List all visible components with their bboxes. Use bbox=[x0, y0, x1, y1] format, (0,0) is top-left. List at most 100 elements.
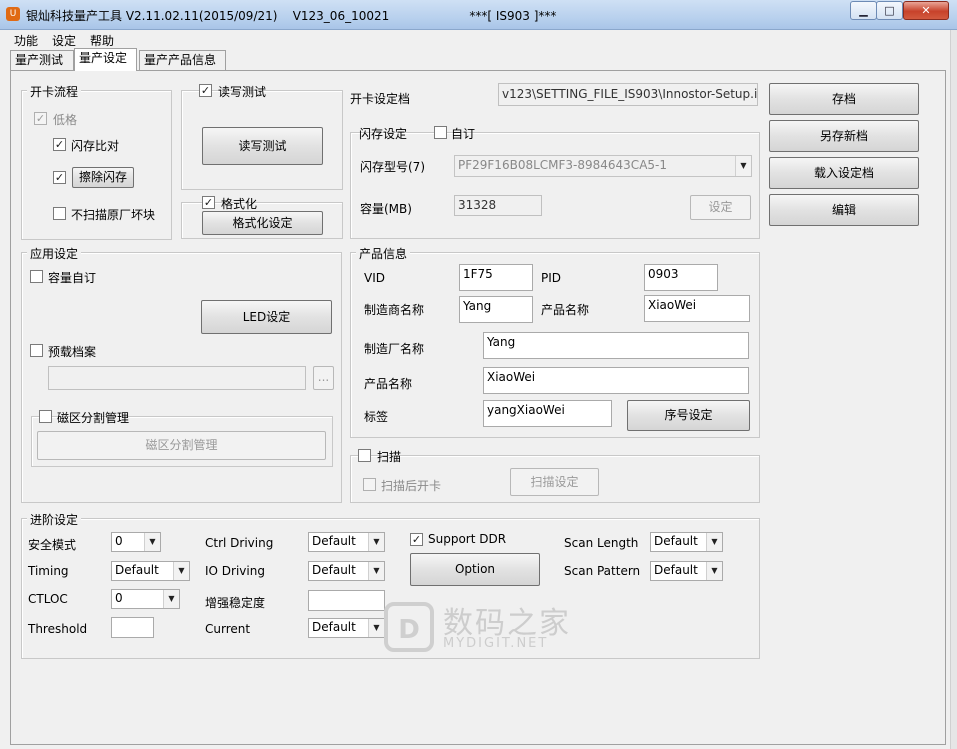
product-name-label: 产品名称 bbox=[364, 377, 413, 391]
security-mode-label: 安全模式 bbox=[28, 538, 77, 552]
flash-model-label: 闪存型号(7) bbox=[360, 160, 425, 174]
watermark-en: MYDIGIT.NET bbox=[443, 636, 549, 651]
vid-field[interactable]: 1F75 bbox=[459, 264, 533, 291]
format-label: 格式化 bbox=[221, 197, 258, 211]
product-name-field[interactable]: XiaoWei bbox=[483, 367, 749, 394]
save-button[interactable]: 存档 bbox=[769, 83, 919, 115]
erase-flash-button[interactable]: 擦除闪存 bbox=[72, 167, 134, 188]
capacity-custom-checkbox[interactable] bbox=[30, 270, 43, 283]
scan-pattern-select[interactable]: Default ▼ bbox=[650, 561, 723, 581]
app-icon: U bbox=[6, 7, 20, 21]
minimize-button[interactable]: ▁ bbox=[850, 1, 877, 20]
scan-after-open-label: 扫描后开卡 bbox=[381, 479, 442, 493]
security-mode-select[interactable]: 0 ▼ bbox=[111, 532, 161, 552]
capacity-label: 容量(MB) bbox=[360, 202, 412, 216]
load-settings-button[interactable]: 载入设定档 bbox=[769, 157, 919, 189]
pid-field[interactable]: 0903 bbox=[644, 264, 718, 291]
format-settings-button[interactable]: 格式化设定 bbox=[202, 211, 323, 235]
pid-label: PID bbox=[541, 271, 562, 285]
capacity-field[interactable]: 31328 bbox=[454, 195, 542, 216]
option-button[interactable]: Option bbox=[410, 553, 540, 586]
tab-product-info[interactable]: 量产产品信息 bbox=[139, 50, 226, 70]
preload-label: 预载档案 bbox=[48, 345, 97, 359]
product-field[interactable]: XiaoWei bbox=[644, 295, 750, 322]
erase-flash-checkbox[interactable]: ✓ bbox=[53, 171, 66, 184]
menu-function[interactable]: 功能 bbox=[14, 32, 38, 49]
svg-text:D: D bbox=[398, 615, 420, 645]
security-mode-value: 0 bbox=[115, 534, 123, 548]
product-info-title: 产品信息 bbox=[356, 245, 411, 262]
low-format-label: 低格 bbox=[53, 113, 78, 127]
scan-after-open-checkbox[interactable] bbox=[363, 478, 376, 491]
preload-path-field[interactable] bbox=[48, 366, 306, 390]
io-driving-label: IO Driving bbox=[205, 564, 265, 578]
chevron-down-icon: ▼ bbox=[173, 562, 189, 580]
scan-pattern-value: Default bbox=[654, 563, 698, 577]
ctloc-select[interactable]: 0 ▼ bbox=[111, 589, 180, 609]
tag-field[interactable]: yangXiaoWei bbox=[483, 400, 612, 427]
browse-button[interactable]: ... bbox=[313, 366, 334, 390]
flash-compare-label: 闪存比对 bbox=[71, 139, 120, 153]
no-scan-bad-block-checkbox[interactable] bbox=[53, 207, 66, 220]
vendor-field[interactable]: Yang bbox=[459, 296, 533, 323]
tab-production-settings[interactable]: 量产设定 bbox=[74, 48, 137, 71]
support-ddr-checkbox[interactable]: ✓ bbox=[410, 533, 423, 546]
menu-help[interactable]: 帮助 bbox=[90, 32, 114, 49]
threshold-field[interactable] bbox=[111, 617, 154, 638]
tab-production-test[interactable]: 量产测试 bbox=[10, 50, 74, 70]
low-format-checkbox[interactable]: ✓ bbox=[34, 112, 47, 125]
vertical-scrollbar[interactable] bbox=[950, 30, 957, 749]
format-checkbox[interactable]: ✓ bbox=[202, 196, 215, 209]
partition-checkbox[interactable] bbox=[39, 410, 52, 423]
rw-test-button[interactable]: 读写测试 bbox=[202, 127, 323, 165]
manufacturer-label: 制造厂名称 bbox=[364, 342, 425, 356]
watermark-logo: D 数码之家 MYDIGIT.NET bbox=[383, 598, 578, 656]
chevron-down-icon: ▼ bbox=[144, 533, 160, 551]
chevron-down-icon: ▼ bbox=[735, 156, 751, 176]
maximize-button[interactable]: □ bbox=[876, 1, 903, 20]
save-as-button[interactable]: 另存新档 bbox=[769, 120, 919, 152]
setting-file-label: 开卡设定档 bbox=[350, 92, 411, 106]
tag-label: 标签 bbox=[364, 410, 389, 424]
stability-label: 增强稳定度 bbox=[205, 596, 266, 610]
ctrl-driving-label: Ctrl Driving bbox=[205, 536, 274, 550]
current-select[interactable]: Default ▼ bbox=[308, 618, 385, 638]
scan-label: 扫描 bbox=[377, 450, 402, 464]
stability-field[interactable] bbox=[308, 590, 385, 611]
close-button[interactable]: ✕ bbox=[903, 1, 949, 20]
capacity-custom-label: 容量自订 bbox=[48, 271, 97, 285]
menu-bar bbox=[0, 30, 950, 48]
timing-select[interactable]: Default ▼ bbox=[111, 561, 190, 581]
flash-settings-title: 闪存设定 bbox=[359, 127, 408, 141]
setting-file-field[interactable]: v123\SETTING_FILE_IS903\Innostor-Setup.i… bbox=[498, 83, 758, 106]
scan-length-select[interactable]: Default ▼ bbox=[650, 532, 723, 552]
current-value: Default bbox=[312, 620, 356, 634]
flash-set-button[interactable]: 设定 bbox=[690, 195, 751, 220]
product-label: 产品名称 bbox=[541, 303, 590, 317]
chevron-down-icon: ▼ bbox=[163, 590, 179, 608]
card-flow-title: 开卡流程 bbox=[27, 83, 82, 100]
chevron-down-icon: ▼ bbox=[368, 619, 384, 637]
rw-test-label: 读写测试 bbox=[218, 85, 267, 99]
ctloc-value: 0 bbox=[115, 591, 123, 605]
flash-compare-checkbox[interactable]: ✓ bbox=[53, 138, 66, 151]
flash-model-value: PF29F16B08LCMF3-8984643CA5-1 bbox=[458, 158, 667, 172]
support-ddr-label: Support DDR bbox=[428, 532, 507, 546]
serial-settings-button[interactable]: 序号设定 bbox=[627, 400, 750, 431]
ctrl-driving-select[interactable]: Default ▼ bbox=[308, 532, 385, 552]
flash-custom-checkbox[interactable] bbox=[434, 126, 447, 139]
partition-button[interactable]: 磁区分割管理 bbox=[37, 431, 326, 460]
io-driving-select[interactable]: Default ▼ bbox=[308, 561, 385, 581]
edit-button[interactable]: 编辑 bbox=[769, 194, 919, 226]
preload-checkbox[interactable] bbox=[30, 344, 43, 357]
rw-test-checkbox[interactable]: ✓ bbox=[199, 84, 212, 97]
advanced-title: 进阶设定 bbox=[27, 511, 82, 528]
menu-settings[interactable]: 设定 bbox=[52, 32, 76, 49]
led-settings-button[interactable]: LED设定 bbox=[201, 300, 332, 334]
scan-settings-button[interactable]: 扫描设定 bbox=[510, 468, 599, 496]
flash-settings-group bbox=[350, 132, 760, 239]
flash-model-select[interactable]: PF29F16B08LCMF3-8984643CA5-1 ▼ bbox=[454, 155, 752, 177]
manufacturer-field[interactable]: Yang bbox=[483, 332, 749, 359]
vendor-label: 制造商名称 bbox=[364, 303, 425, 317]
scan-checkbox[interactable] bbox=[358, 449, 371, 462]
